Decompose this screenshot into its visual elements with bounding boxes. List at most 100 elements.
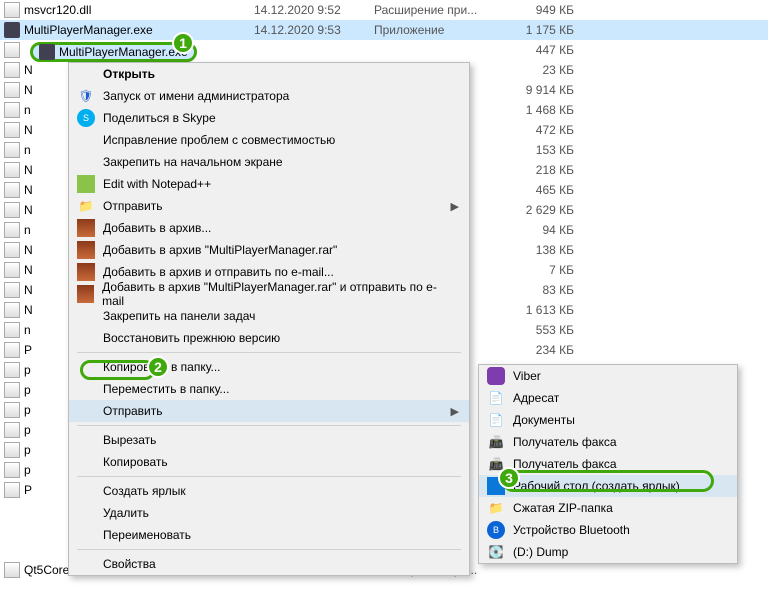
file-icon xyxy=(4,222,20,238)
exe-icon xyxy=(39,44,55,60)
menu-item[interactable]: Добавить в архив... xyxy=(69,217,469,239)
menu-item-label: (D:) Dump xyxy=(513,545,568,559)
file-icon xyxy=(4,162,20,178)
menu-item[interactable]: Добавить в архив "MultiPlayerManager.rar… xyxy=(69,283,469,305)
menu-item[interactable]: Восстановить прежнюю версию xyxy=(69,327,469,349)
menu-item[interactable]: Закрепить на начальном экране xyxy=(69,151,469,173)
menu-separator xyxy=(77,352,461,353)
file-icon xyxy=(4,422,20,438)
file-icon xyxy=(4,202,20,218)
menu-item-label: Получатель факса xyxy=(513,435,617,449)
file-icon xyxy=(4,182,20,198)
file-row[interactable]: MultiPlayerManager.exe14.12.2020 9:53При… xyxy=(0,20,768,40)
menu-item[interactable]: Копировать xyxy=(69,451,469,473)
file-icon xyxy=(4,382,20,398)
folder-icon: 📁 xyxy=(77,197,95,215)
menu-item[interactable]: Переименовать xyxy=(69,524,469,546)
menu-item[interactable]: Свойства xyxy=(69,553,469,575)
menu-item-label: Закрепить на панели задач xyxy=(103,309,255,323)
file-size: 2 629 КБ xyxy=(514,203,574,217)
menu-item-label: Добавить в архив... xyxy=(103,221,211,235)
file-size: 1 468 КБ xyxy=(514,103,574,117)
file-name: msvcr120.dll xyxy=(24,3,254,17)
menu-item[interactable]: 📠 Получатель факса xyxy=(479,431,737,453)
menu-item[interactable]: BУстройство Bluetooth xyxy=(479,519,737,541)
file-size: 234 КБ xyxy=(514,343,574,357)
menu-item-label: Свойства xyxy=(103,557,156,571)
chevron-right-icon: ▶ xyxy=(451,200,459,213)
blank-icon xyxy=(77,482,95,500)
file-size: 138 КБ xyxy=(514,243,574,257)
menu-item-label: Переименовать xyxy=(103,528,191,542)
file-size: 7 КБ xyxy=(514,263,574,277)
menu-item-label: Восстановить прежнюю версию xyxy=(103,331,280,345)
menu-item[interactable]: Копировать в папку... xyxy=(69,356,469,378)
blank-icon xyxy=(77,358,95,376)
menu-item[interactable]: Удалить xyxy=(69,502,469,524)
file-icon xyxy=(4,442,20,458)
rar-icon xyxy=(77,263,95,281)
rar-icon xyxy=(77,241,95,259)
file-size: 94 КБ xyxy=(514,223,574,237)
menu-item-label: Запуск от имени администратора xyxy=(103,89,289,103)
blank-icon xyxy=(77,153,95,171)
menu-item[interactable]: 💽 (D:) Dump xyxy=(479,541,737,563)
file-icon xyxy=(4,322,20,338)
menu-item-label: Закрепить на начальном экране xyxy=(103,155,283,169)
zip-icon: 📁 xyxy=(487,499,505,517)
file-icon xyxy=(4,462,20,478)
menu-separator xyxy=(77,476,461,477)
blank-icon xyxy=(77,504,95,522)
blank-icon xyxy=(77,526,95,544)
menu-item[interactable]: Добавить в архив "MultiPlayerManager.rar… xyxy=(69,239,469,261)
menu-item[interactable]: Исправление проблем с совместимостью xyxy=(69,129,469,151)
menu-item[interactable]: Создать ярлык xyxy=(69,480,469,502)
file-size: 1 613 КБ xyxy=(514,303,574,317)
menu-item-label: Поделиться в Skype xyxy=(103,111,216,125)
menu-item[interactable]: Переместить в папку... xyxy=(69,378,469,400)
file-icon xyxy=(4,282,20,298)
context-menu-main: Открыть 🛡 Запуск от имени администратора SП… xyxy=(68,62,470,576)
menu-separator xyxy=(77,425,461,426)
menu-item[interactable]: 📄 Адресат xyxy=(479,387,737,409)
callout-badge-1: 1 xyxy=(172,32,194,54)
notepad-icon xyxy=(77,175,95,193)
callout-badge-2: 2 xyxy=(147,356,169,378)
doc-icon: 📄 xyxy=(487,389,505,407)
file-row[interactable]: msvcr120.dll14.12.2020 9:52Расширение пр… xyxy=(0,0,768,20)
menu-item-label: Рабочий стол (создать ярлык) xyxy=(513,479,680,493)
fax-icon: 📠 xyxy=(487,433,505,451)
menu-item[interactable]: 📁Сжатая ZIP-папка xyxy=(479,497,737,519)
menu-item[interactable]: 📁Отправить▶ xyxy=(69,195,469,217)
blank-icon xyxy=(77,131,95,149)
file-size: 553 КБ xyxy=(514,323,574,337)
file-type: Приложение xyxy=(374,23,514,37)
file-size: 83 КБ xyxy=(514,283,574,297)
menu-item[interactable]: Viber xyxy=(479,365,737,387)
file-size: 949 КБ xyxy=(514,3,574,17)
menu-item[interactable]: 📄Документы xyxy=(479,409,737,431)
menu-item[interactable]: 🛡 Запуск от имени администратора xyxy=(69,85,469,107)
menu-item[interactable]: Edit with Notepad++ xyxy=(69,173,469,195)
menu-item-label: Открыть xyxy=(103,67,155,81)
menu-item-label: Добавить в архив и отправить по e-mail..… xyxy=(103,265,334,279)
file-size: 472 КБ xyxy=(514,123,574,137)
menu-item[interactable]: Открыть xyxy=(69,63,469,85)
menu-item[interactable]: Закрепить на панели задач xyxy=(69,305,469,327)
drive-icon: 💽 xyxy=(487,543,505,561)
rar-icon xyxy=(77,219,95,237)
menu-item-label: Добавить в архив "MultiPlayerManager.rar… xyxy=(103,243,337,257)
menu-item-label: Получатель факса xyxy=(513,457,617,471)
menu-item[interactable]: Вырезать xyxy=(69,429,469,451)
menu-item-label: Создать ярлык xyxy=(103,484,186,498)
file-size: 218 КБ xyxy=(514,163,574,177)
menu-item[interactable]: Отправить▶ xyxy=(69,400,469,422)
shield-icon: 🛡 xyxy=(77,87,95,105)
menu-item[interactable]: SПоделиться в Skype xyxy=(69,107,469,129)
file-size: 23 КБ xyxy=(514,63,574,77)
menu-item-label: Адресат xyxy=(513,391,559,405)
file-icon xyxy=(4,22,20,38)
file-size: 9 914 КБ xyxy=(514,83,574,97)
file-icon xyxy=(4,362,20,378)
file-icon xyxy=(4,242,20,258)
